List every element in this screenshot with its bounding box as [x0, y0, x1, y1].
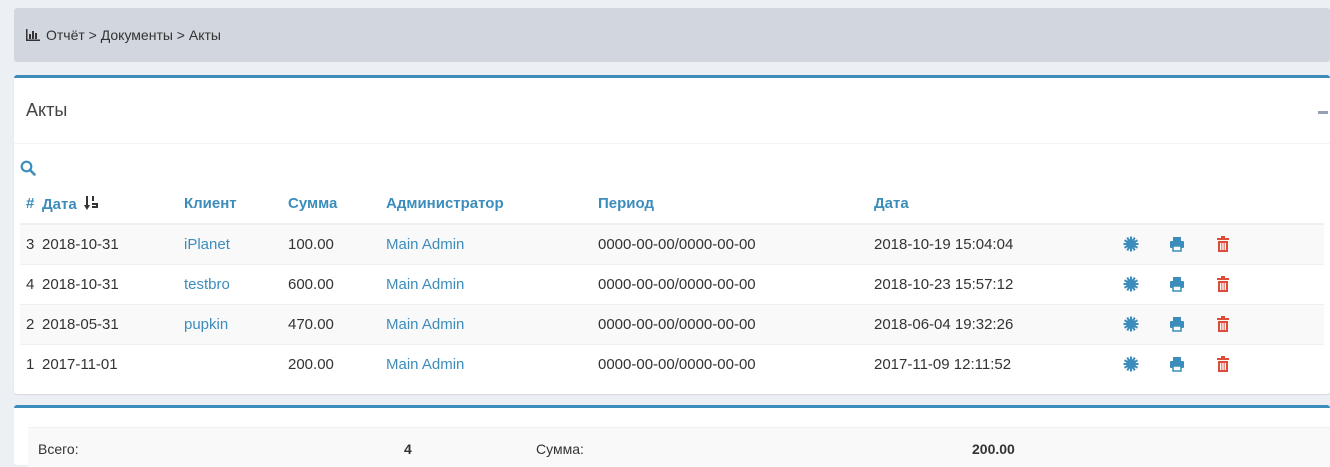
row-num: 2 [20, 303, 42, 344]
row-client-link[interactable]: iPlanet [184, 236, 230, 253]
row-period: 0000-00-00/0000-00-00 [598, 263, 874, 304]
bar-chart-icon [26, 29, 40, 41]
table-row: 3 2018-10-31 iPlanet 100.00 Main Admin 0000-0… [20, 223, 1324, 264]
total-label: Всего: [38, 441, 79, 457]
row-date: 2018-10-31 [42, 223, 184, 264]
trash-icon[interactable] [1214, 275, 1232, 293]
row-period: 0000-00-00/0000-00-00 [598, 223, 874, 264]
print-icon[interactable] [1168, 355, 1186, 373]
print-icon[interactable] [1168, 275, 1186, 293]
row-sum: 600.00 [288, 263, 386, 304]
acts-box: Акты # Дата Клиент Сумма Администратор П… [14, 75, 1330, 394]
box-title: Акты [26, 100, 68, 120]
gear-icon[interactable] [1122, 275, 1140, 293]
trash-icon[interactable] [1214, 315, 1232, 333]
col-created[interactable]: Дата [874, 184, 1122, 225]
sort-numeric-desc-icon[interactable] [83, 195, 100, 211]
print-icon[interactable] [1168, 315, 1186, 333]
row-sum: 470.00 [288, 303, 386, 344]
col-num: # [20, 184, 42, 225]
table-body: 3 2018-10-31 iPlanet 100.00 Main Admin 0000-0… [20, 223, 1324, 384]
row-sum: 200.00 [288, 343, 386, 384]
row-admin-link[interactable]: Main Admin [386, 316, 464, 333]
table-header-row: # Дата Клиент Сумма Администратор Период… [20, 184, 1324, 225]
col-period[interactable]: Период [598, 184, 874, 225]
acts-table: # Дата Клиент Сумма Администратор Период… [20, 184, 1324, 384]
trash-icon[interactable] [1214, 355, 1232, 373]
totals-box: Всего: 4 Сумма: 200.00 [14, 405, 1330, 467]
row-client-link[interactable]: testbro [184, 276, 230, 293]
table-row: 4 2018-10-31 testbro 600.00 Main Admin 0000-0… [20, 263, 1324, 304]
sum-label: Сумма: [536, 441, 584, 457]
row-num: 3 [20, 223, 42, 264]
row-num: 4 [20, 263, 42, 304]
row-num: 1 [20, 343, 42, 384]
gear-icon[interactable] [1122, 315, 1140, 333]
col-sum[interactable]: Сумма [288, 184, 386, 225]
col-admin[interactable]: Администратор [386, 184, 598, 225]
row-admin-link[interactable]: Main Admin [386, 356, 464, 373]
row-created: 2018-10-19 15:04:04 [874, 223, 1122, 264]
breadcrumb-text: Отчёт > Документы > Акты [46, 27, 221, 43]
gear-icon[interactable] [1122, 355, 1140, 373]
row-period: 0000-00-00/0000-00-00 [598, 343, 874, 384]
col-client[interactable]: Клиент [184, 184, 288, 225]
breadcrumb: Отчёт > Документы > Акты [14, 8, 1330, 62]
row-created: 2018-10-23 15:57:12 [874, 263, 1122, 304]
search-icon[interactable] [20, 160, 36, 176]
table-row: 1 2017-11-01 200.00 Main Admin 0000-00-00/00… [20, 343, 1324, 384]
sum-value: 200.00 [972, 441, 1015, 457]
row-admin-link[interactable]: Main Admin [386, 276, 464, 293]
row-date: 2018-10-31 [42, 263, 184, 304]
total-count: 4 [404, 441, 412, 457]
box-header: Акты [14, 78, 1330, 144]
gear-icon[interactable] [1122, 235, 1140, 253]
row-date: 2017-11-01 [42, 343, 184, 384]
col-date[interactable]: Дата [42, 184, 184, 225]
row-period: 0000-00-00/0000-00-00 [598, 303, 874, 344]
row-sum: 100.00 [288, 223, 386, 264]
row-created: 2017-11-09 12:11:52 [874, 343, 1122, 384]
trash-icon[interactable] [1214, 235, 1232, 253]
row-created: 2018-06-04 19:32:26 [874, 303, 1122, 344]
row-admin-link[interactable]: Main Admin [386, 236, 464, 253]
col-date-label: Дата [42, 195, 77, 213]
print-icon[interactable] [1168, 235, 1186, 253]
minus-icon [1318, 111, 1328, 114]
totals-row: Всего: 4 Сумма: 200.00 [28, 427, 1330, 467]
table-row: 2 2018-05-31 pupkin 470.00 Main Admin 0000-00… [20, 303, 1324, 344]
row-client-link[interactable]: pupkin [184, 316, 228, 333]
collapse-button[interactable] [1316, 105, 1330, 119]
row-date: 2018-05-31 [42, 303, 184, 344]
